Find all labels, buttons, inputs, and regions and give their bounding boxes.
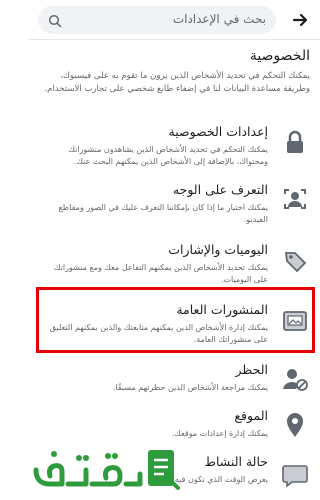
top-bar: بحث في الإعدادات bbox=[28, 0, 320, 40]
face-recognition-item[interactable]: التعرف على الوجه يمكنك اختيار ما إذا كان… bbox=[28, 180, 320, 228]
item-description: يمكنك إدارة الأشخاص الذين يمكنهم متابعتك… bbox=[49, 323, 268, 344]
activity-status-icon bbox=[278, 458, 312, 492]
item-title: المنشورات العامة bbox=[176, 302, 268, 317]
public-posts-icon bbox=[278, 304, 312, 338]
section-description: يمكنك التحكم في تحديد الأشخاص الذين يرون… bbox=[44, 71, 310, 94]
face-recognition-icon bbox=[278, 182, 312, 216]
search-icon bbox=[48, 13, 62, 28]
item-description: يمكنك التحكم في تحديد الأشخاص الذين يشاه… bbox=[68, 145, 268, 166]
search-placeholder: بحث في الإعدادات bbox=[172, 12, 266, 26]
timeline-tagging-item[interactable]: اليوميات والإشارات يمكنك تحديد الأشخاص ا… bbox=[28, 238, 320, 286]
item-description: يمكنك اختيار ما إذا كان بإمكاننا التعرف … bbox=[58, 203, 268, 224]
block-user-icon bbox=[278, 362, 312, 396]
lock-icon bbox=[278, 126, 312, 160]
search-input[interactable]: بحث في الإعدادات bbox=[38, 6, 276, 34]
item-description: يمكنك تحديد الأشخاص الذين يمكنهم التفاعل… bbox=[53, 263, 268, 284]
item-title: التعرف على الوجه bbox=[172, 182, 268, 197]
item-title: حالة النشاط bbox=[204, 454, 268, 469]
privacy-settings-item[interactable]: إعدادات الخصوصية يمكنك التحكم في تحديد ا… bbox=[28, 122, 320, 172]
location-icon bbox=[278, 408, 312, 442]
item-title: اليوميات والإشارات bbox=[168, 242, 268, 257]
blocking-item[interactable]: الحظر يمكنك مراجعة الأشخاص الذين حظرتهم … bbox=[28, 360, 320, 400]
section-title: الخصوصية bbox=[249, 48, 310, 64]
item-title: الحظر bbox=[235, 362, 268, 377]
tag-icon bbox=[278, 244, 312, 278]
item-description: يمكنك إدارة إعدادات موقعك. bbox=[171, 429, 268, 438]
item-description: يمكنك مراجعة الأشخاص الذين حظرتهم مسبقًا… bbox=[112, 383, 268, 392]
item-title: إعدادات الخصوصية bbox=[168, 124, 268, 139]
back-arrow-icon[interactable] bbox=[290, 10, 310, 30]
item-title: الموقع bbox=[234, 408, 268, 423]
watermark-logo bbox=[28, 440, 188, 500]
public-posts-item[interactable]: المنشورات العامة يمكنك إدارة الأشخاص الذ… bbox=[28, 296, 320, 346]
